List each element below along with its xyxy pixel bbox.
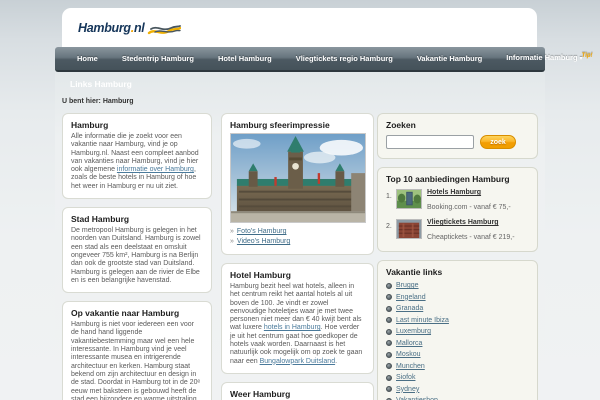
list-item: Siofok	[386, 372, 529, 384]
list-item: Moskou	[386, 349, 529, 361]
sfeerimpressie-box: Hamburg sfeerimpressie » Foto's Hamburg …	[221, 113, 374, 255]
logo-text: Hamburg.nl	[78, 21, 145, 35]
zoeken-title: Zoeken	[386, 120, 416, 130]
breadcrumb: U bent hier: Hamburg	[62, 98, 134, 105]
intro-box: Hamburg Alle informatie die je zoekt voo…	[62, 113, 212, 200]
hamburg-rathaus-photo	[230, 133, 366, 223]
vakantie-link-moskou[interactable]: Moskou	[396, 351, 421, 358]
op-vakantie-box: Op vakantie naar Hamburg Hamburg is niet…	[62, 301, 212, 400]
globe-bullet-icon	[386, 374, 392, 381]
arrow-bullet-icon: »	[230, 228, 234, 235]
globe-bullet-icon	[386, 340, 392, 347]
arrow-bullet-icon: »	[230, 238, 234, 245]
header: Hamburg.nl	[62, 8, 537, 47]
hotels-hamburg-subtitle: Booking.com - vanaf € 75,-	[427, 204, 511, 211]
globe-bullet-icon	[386, 317, 392, 324]
wave-logo-icon	[148, 25, 182, 35]
stad-text: De metropool Hamburg is gelegen in het n…	[71, 227, 201, 284]
top10-number: 2.	[386, 223, 392, 230]
globe-bullet-icon	[386, 305, 392, 312]
nav-item-home[interactable]: Home	[65, 47, 110, 70]
nav-item-vliegtickets[interactable]: Vliegtickets regio Hamburg	[284, 47, 405, 70]
content-columns: Hamburg Alle informatie die je zoekt voo…	[62, 113, 540, 400]
sfeerimpressie-title: Hamburg sfeerimpressie	[230, 120, 330, 130]
globe-bullet-icon	[386, 363, 392, 370]
op-vakantie-text: Hamburg is niet voor iedereen een voor d…	[71, 321, 201, 400]
vakantie-link-last-minute-ibiza[interactable]: Last minute Ibiza	[396, 317, 449, 324]
stad-box: Stad Hamburg De metropool Hamburg is gel…	[62, 207, 212, 294]
bungalowpark-duitsland-link[interactable]: Bungalowpark Duitsland	[260, 358, 336, 365]
op-vakantie-title: Op vakantie naar Hamburg	[71, 308, 180, 319]
page-title: Links Hamburg	[70, 79, 132, 89]
vakantie-link-mallorca[interactable]: Mallorca	[396, 340, 422, 347]
list-item: Mallorca	[386, 338, 529, 350]
list-item: Granada	[386, 303, 529, 315]
hotels-in-hamburg-link[interactable]: hotels in Hamburg	[264, 324, 321, 331]
vakantie-link-brugge[interactable]: Brugge	[396, 282, 419, 289]
vliegtickets-thumbnail	[396, 219, 422, 239]
fotos-link-row: » Foto's Hamburg	[230, 227, 365, 237]
tip-badge: Tip!	[581, 53, 593, 59]
vakantie-link-siofok[interactable]: Siofok	[396, 374, 415, 381]
globe-bullet-icon	[386, 328, 392, 335]
zoeken-box: Zoeken zoek	[377, 113, 538, 159]
globe-bullet-icon	[386, 282, 392, 289]
hotel-title: Hotel Hamburg	[230, 270, 291, 280]
weer-box: Weer Hamburg Hamburg kent door zijn noor…	[221, 381, 374, 400]
list-item: Luxemburg	[386, 326, 529, 338]
hotels-hamburg-link[interactable]: Hotels Hamburg	[427, 189, 511, 196]
intro-title: Hamburg	[71, 120, 109, 130]
globe-bullet-icon	[386, 294, 392, 301]
globe-bullet-icon	[386, 351, 392, 358]
top10-number: 1.	[386, 193, 392, 200]
vliegtickets-hamburg-link[interactable]: Vliegtickets Hamburg	[427, 219, 515, 226]
vakantie-link-engeland[interactable]: Engeland	[396, 294, 426, 301]
nav-item-hotel[interactable]: Hotel Hamburg	[206, 47, 284, 70]
videos-link-row: » Video's Hamburg	[230, 237, 365, 247]
hotels-thumbnail	[396, 189, 422, 209]
hotel-box: Hotel Hamburg Hamburg bezit heel wat hot…	[221, 263, 374, 374]
list-item: Brugge	[386, 280, 529, 292]
weer-title: Weer Hamburg	[230, 388, 291, 399]
fotos-hamburg-link[interactable]: Foto's Hamburg	[237, 227, 287, 237]
vakantie-links-title: Vakantie links	[386, 267, 443, 277]
hotel-text: Hamburg bezit heel wat hotels, alleen in…	[230, 283, 363, 365]
list-item: Last minute Ibiza	[386, 315, 529, 327]
nav-item-informatie[interactable]: Informatie Hamburg ▾ Tip!	[494, 46, 594, 71]
top10-box: Top 10 aanbiedingen Hamburg 1. Hotels Ha…	[377, 167, 538, 252]
left-column: Hamburg Alle informatie die je zoekt voo…	[62, 113, 212, 400]
top10-title: Top 10 aanbiedingen Hamburg	[386, 174, 510, 184]
videos-hamburg-link[interactable]: Video's Hamburg	[237, 237, 290, 247]
zoek-button[interactable]: zoek	[480, 135, 516, 149]
right-column: Zoeken zoek Top 10 aanbiedingen Hamburg …	[377, 113, 538, 400]
vakantie-link-munchen[interactable]: Munchen	[396, 363, 425, 370]
vakantie-link-granada[interactable]: Granada	[396, 305, 423, 312]
intro-text: Alle informatie die je zoekt voor een va…	[71, 133, 199, 190]
search-input[interactable]	[386, 135, 474, 149]
main-navigation: Home Stedentrip Hamburg Hotel Hamburg Vl…	[55, 47, 593, 72]
vakantie-link-sydney[interactable]: Sydney	[396, 386, 419, 393]
list-item: Engeland	[386, 292, 529, 304]
logo[interactable]: Hamburg.nl	[78, 19, 182, 37]
list-item: Munchen	[386, 361, 529, 373]
top10-item-vliegtickets: 2. Vliegtickets Hamburg Cheaptickets - v…	[386, 219, 529, 244]
list-item: Sydney	[386, 384, 529, 396]
stad-title: Stad Hamburg	[71, 214, 130, 225]
search-row: zoek	[386, 135, 529, 149]
globe-bullet-icon	[386, 386, 392, 393]
middle-column: Hamburg sfeerimpressie » Foto's Hamburg …	[221, 113, 374, 400]
vakantie-links-list: Brugge Engeland Granada Last minute Ibiz…	[386, 280, 529, 400]
vliegtickets-hamburg-subtitle: Cheaptickets - vanaf € 219,-	[427, 234, 515, 241]
nav-item-stedentrip[interactable]: Stedentrip Hamburg	[110, 47, 206, 70]
list-item: Vakantieshop	[386, 395, 529, 400]
vakantie-link-luxemburg[interactable]: Luxemburg	[396, 328, 431, 335]
informatie-over-hamburg-link[interactable]: informatie over Hamburg	[117, 166, 194, 173]
top10-item-hotels: 1. Hotels Hamburg Booking.com - vanaf € …	[386, 189, 529, 214]
nav-item-vakantie[interactable]: Vakantie Hamburg	[405, 47, 494, 70]
vakantie-links-box: Vakantie links Brugge Engeland Granada L…	[377, 260, 538, 400]
